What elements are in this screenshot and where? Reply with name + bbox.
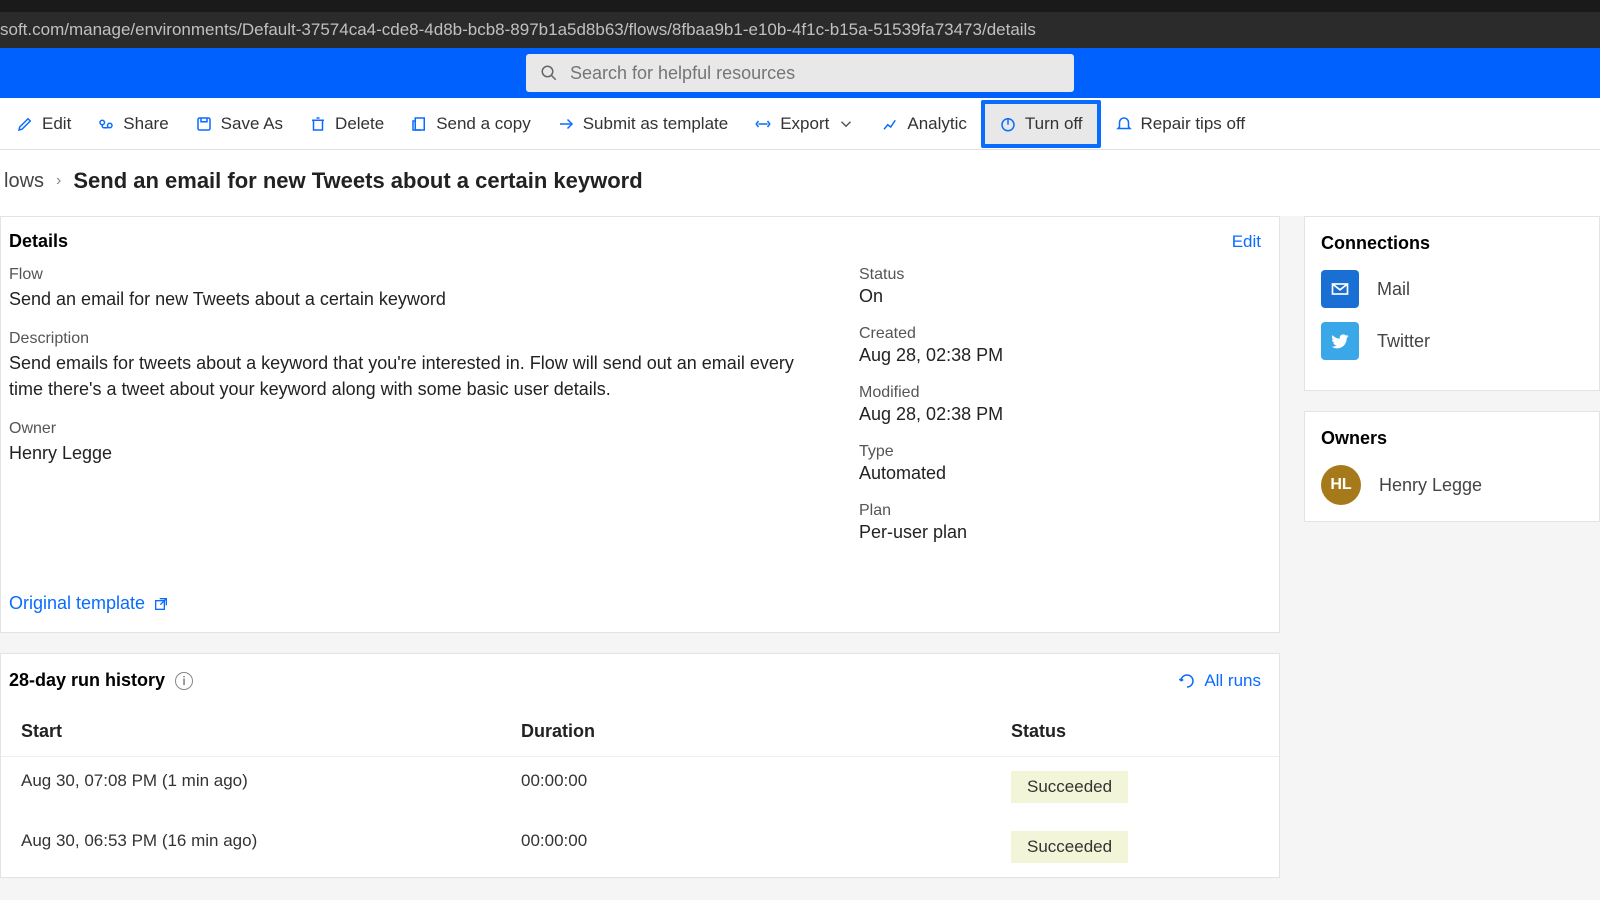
col-start: Start <box>21 721 521 742</box>
command-bar: Edit Share Save As Delete Send a copy Su… <box>0 98 1600 150</box>
col-duration: Duration <box>521 721 1011 742</box>
status-value: On <box>859 286 1271 307</box>
owner-value: Henry Legge <box>9 440 829 466</box>
all-runs-label: All runs <box>1204 671 1261 691</box>
run-history-heading: 28-day run history i <box>9 670 193 691</box>
analytics-icon <box>881 115 899 133</box>
table-row[interactable]: Aug 30, 07:08 PM (1 min ago) 00:00:00 Su… <box>1 757 1279 817</box>
share-icon <box>97 115 115 133</box>
export-label: Export <box>780 114 829 134</box>
original-template-link[interactable]: Original template <box>1 585 1279 632</box>
connection-label: Twitter <box>1377 331 1430 352</box>
edit-icon <box>16 115 34 133</box>
analytics-button[interactable]: Analytic <box>869 106 979 142</box>
connection-item[interactable]: Mail <box>1321 270 1583 308</box>
delete-button[interactable]: Delete <box>297 106 396 142</box>
original-template-label: Original template <box>9 593 145 614</box>
owner-item[interactable]: HL Henry Legge <box>1321 465 1583 505</box>
submit-label: Submit as template <box>583 114 729 134</box>
search-input[interactable] <box>570 63 1060 84</box>
search-icon <box>540 64 558 82</box>
type-value: Automated <box>859 463 1271 484</box>
repair-label: Repair tips off <box>1141 114 1246 134</box>
sendcopy-button[interactable]: Send a copy <box>398 106 543 142</box>
turnoff-button[interactable]: Turn off <box>981 100 1101 148</box>
bell-icon <box>1115 115 1133 133</box>
delete-label: Delete <box>335 114 384 134</box>
owner-name: Henry Legge <box>1379 475 1482 496</box>
modified-label: Modified <box>859 384 1271 402</box>
turnoff-label: Turn off <box>1025 114 1083 134</box>
status-badge: Succeeded <box>1011 831 1128 863</box>
connection-label: Mail <box>1377 279 1410 300</box>
edit-label: Edit <box>42 114 71 134</box>
created-value: Aug 28, 02:38 PM <box>859 345 1271 366</box>
delete-icon <box>309 115 327 133</box>
url-text: soft.com/manage/environments/Default-375… <box>0 20 1036 40</box>
description-value: Send emails for tweets about a keyword t… <box>9 350 829 402</box>
description-label: Description <box>9 330 859 348</box>
analytics-label: Analytic <box>907 114 967 134</box>
breadcrumb-root[interactable]: lows <box>4 170 44 193</box>
modified-value: Aug 28, 02:38 PM <box>859 404 1271 425</box>
twitter-icon <box>1321 322 1359 360</box>
saveas-button[interactable]: Save As <box>183 106 295 142</box>
plan-label: Plan <box>859 502 1271 520</box>
plan-value: Per-user plan <box>859 522 1271 543</box>
repair-button[interactable]: Repair tips off <box>1103 106 1258 142</box>
submit-template-button[interactable]: Submit as template <box>545 106 741 142</box>
status-badge: Succeeded <box>1011 771 1128 803</box>
avatar: HL <box>1321 465 1361 505</box>
edit-button[interactable]: Edit <box>4 106 83 142</box>
connections-heading: Connections <box>1321 233 1583 254</box>
refresh-icon <box>1178 672 1196 690</box>
details-edit-link[interactable]: Edit <box>1232 232 1261 252</box>
connections-card: Connections Mail Twitter <box>1304 216 1600 391</box>
power-icon <box>999 115 1017 133</box>
type-label: Type <box>859 443 1271 461</box>
run-history-title: 28-day run history <box>9 670 165 691</box>
share-button[interactable]: Share <box>85 106 180 142</box>
url-bar[interactable]: soft.com/manage/environments/Default-375… <box>0 12 1600 48</box>
submit-icon <box>557 115 575 133</box>
all-runs-link[interactable]: All runs <box>1178 671 1261 691</box>
status-label: Status <box>859 266 1271 284</box>
owner-label: Owner <box>9 420 859 438</box>
browser-chrome-top <box>0 0 1600 12</box>
app-header <box>0 48 1600 98</box>
run-duration: 00:00:00 <box>521 771 1011 803</box>
share-label: Share <box>123 114 168 134</box>
sendcopy-label: Send a copy <box>436 114 531 134</box>
copy-icon <box>410 115 428 133</box>
external-link-icon <box>153 596 169 612</box>
details-heading: Details <box>9 231 68 252</box>
run-start: Aug 30, 06:53 PM (16 min ago) <box>21 831 521 863</box>
chevron-right-icon: › <box>56 172 61 190</box>
saveas-label: Save As <box>221 114 283 134</box>
save-icon <box>195 115 213 133</box>
run-duration: 00:00:00 <box>521 831 1011 863</box>
run-start: Aug 30, 07:08 PM (1 min ago) <box>21 771 521 803</box>
details-card: Details Edit Flow Send an email for new T… <box>0 216 1280 633</box>
table-row[interactable]: Aug 30, 06:53 PM (16 min ago) 00:00:00 S… <box>1 817 1279 877</box>
info-icon[interactable]: i <box>175 672 193 690</box>
connection-item[interactable]: Twitter <box>1321 322 1583 360</box>
run-table-header: Start Duration Status <box>1 707 1279 757</box>
owners-heading: Owners <box>1321 428 1583 449</box>
breadcrumb: lows › Send an email for new Tweets abou… <box>0 150 1600 216</box>
owners-card: Owners HL Henry Legge <box>1304 411 1600 522</box>
search-box[interactable] <box>526 54 1074 92</box>
run-history-card: 28-day run history i All runs Start Dura… <box>0 653 1280 878</box>
chevron-down-icon <box>837 115 855 133</box>
mail-icon <box>1321 270 1359 308</box>
flow-value: Send an email for new Tweets about a cer… <box>9 286 829 312</box>
created-label: Created <box>859 325 1271 343</box>
flow-label: Flow <box>9 266 859 284</box>
export-button[interactable]: Export <box>742 106 867 142</box>
page-title: Send an email for new Tweets about a cer… <box>73 168 642 194</box>
col-status: Status <box>1011 721 1259 742</box>
export-icon <box>754 115 772 133</box>
